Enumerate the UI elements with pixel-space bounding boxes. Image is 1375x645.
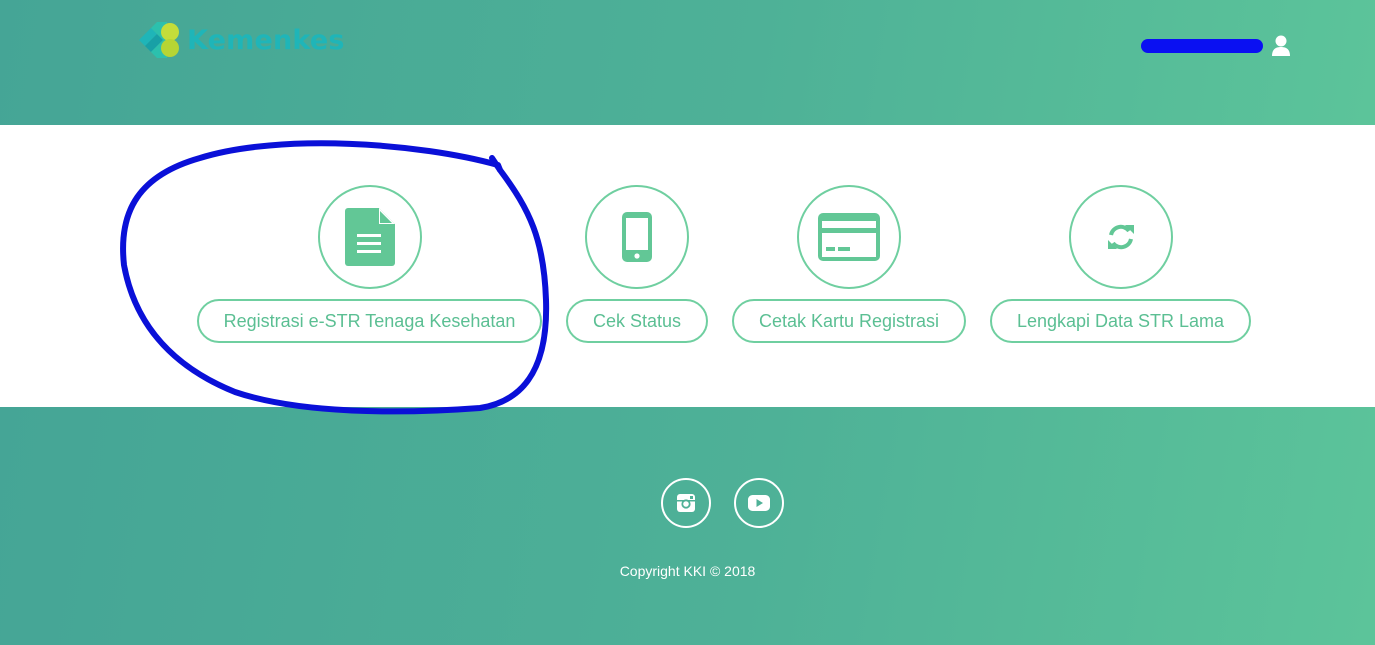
logo-text: Kemenkes	[187, 24, 345, 56]
credit-card-icon	[818, 213, 880, 261]
user-name[interactable]: ██████████	[1141, 39, 1263, 53]
user-menu[interactable]: ██████████	[1141, 35, 1291, 57]
youtube-icon	[748, 495, 770, 511]
main-menu: Registrasi e-STR Tenaga Kesehatan Cek St…	[0, 125, 1375, 407]
logo[interactable]: Kemenkes	[137, 17, 345, 63]
instagram-link[interactable]	[661, 478, 711, 528]
lengkapi-data-button[interactable]: Lengkapi Data STR Lama	[990, 299, 1251, 343]
page: Kemenkes ██████████ R	[0, 0, 1375, 645]
cek-status-button[interactable]: Cek Status	[566, 299, 708, 343]
kemenkes-logo-icon	[139, 22, 179, 58]
cetak-kartu-icon-button[interactable]	[797, 185, 901, 289]
header: Kemenkes ██████████	[0, 0, 1375, 125]
instagram-icon	[677, 494, 695, 512]
youtube-link[interactable]	[734, 478, 784, 528]
user-icon[interactable]	[1271, 35, 1291, 57]
footer: Copyright KKI © 2018	[0, 407, 1375, 645]
document-icon	[345, 208, 395, 266]
cetak-kartu-button[interactable]: Cetak Kartu Registrasi	[732, 299, 966, 343]
mobile-phone-icon	[622, 212, 652, 262]
lengkapi-data-icon-button[interactable]	[1069, 185, 1173, 289]
refresh-icon	[1108, 224, 1134, 250]
registrasi-icon-button[interactable]	[318, 185, 422, 289]
copyright-text: Copyright KKI © 2018	[619, 563, 756, 579]
registrasi-button[interactable]: Registrasi e-STR Tenaga Kesehatan	[197, 299, 542, 343]
cek-status-icon-button[interactable]	[585, 185, 689, 289]
